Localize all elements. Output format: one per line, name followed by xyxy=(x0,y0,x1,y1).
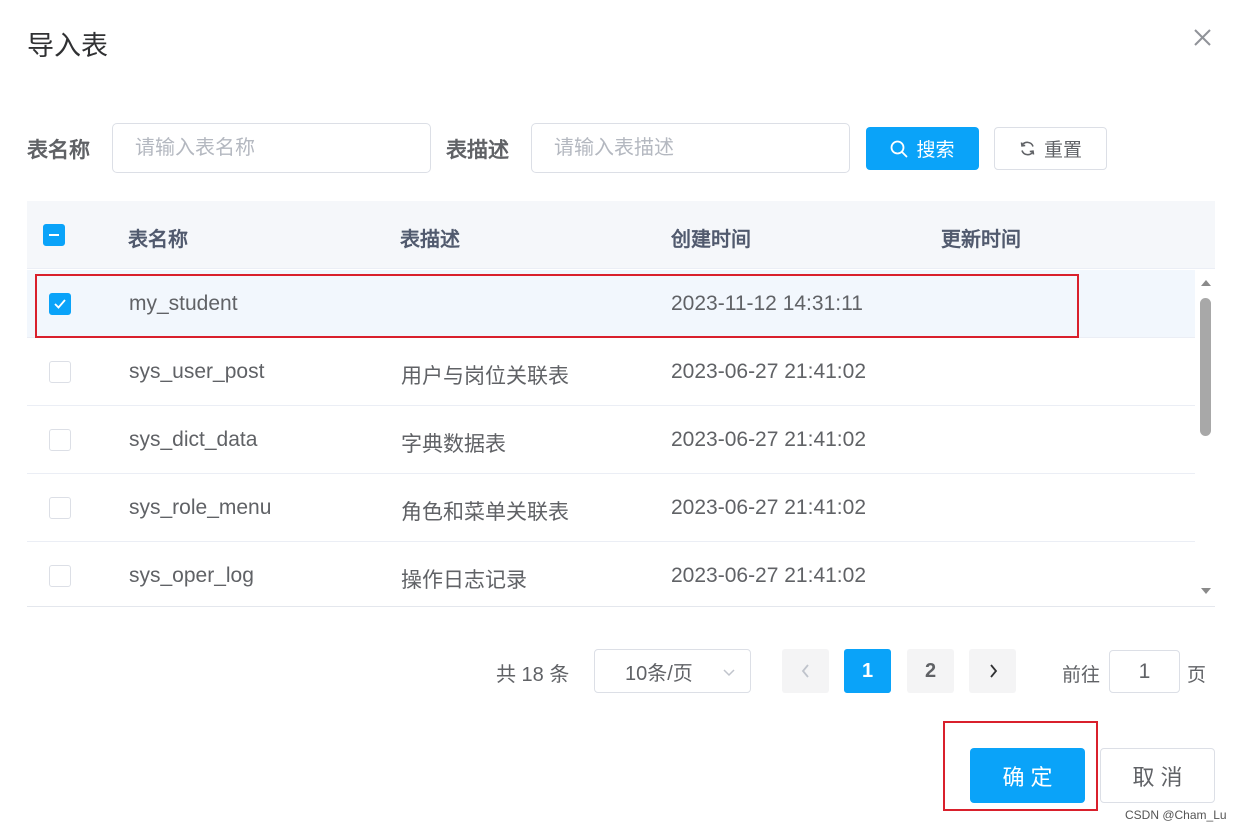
row-checkbox[interactable] xyxy=(49,293,71,315)
row-checkbox[interactable] xyxy=(49,497,71,519)
table-desc-label: 表描述 xyxy=(446,139,509,162)
cancel-button-label: 取消 xyxy=(1132,764,1189,790)
scrollbar-thumb[interactable] xyxy=(1200,298,1211,436)
select-all-checkbox[interactable] xyxy=(43,224,65,246)
search-button[interactable]: 搜索 xyxy=(866,127,979,170)
cell-table-desc: 用户与岗位关联表 xyxy=(401,365,569,388)
cell-table-desc: 字典数据表 xyxy=(401,433,506,456)
page-button-1[interactable]: 1 xyxy=(844,649,891,693)
search-button-label: 搜索 xyxy=(916,140,955,161)
watermark: CSDN @Cham_Lu xyxy=(1125,808,1227,822)
scroll-down-arrow-icon[interactable] xyxy=(1201,588,1211,594)
cell-create-time: 2023-06-27 21:41:02 xyxy=(671,428,866,451)
header-create-time: 创建时间 xyxy=(671,229,751,251)
page-button-2[interactable]: 2 xyxy=(907,649,954,693)
cell-table-name: sys_dict_data xyxy=(129,428,258,451)
page-size-select[interactable]: 10条/页 xyxy=(594,649,751,693)
cell-create-time: 2023-06-27 21:41:02 xyxy=(671,564,866,587)
next-page-button[interactable] xyxy=(969,649,1016,693)
chevron-right-icon xyxy=(989,664,997,678)
cell-table-name: my_student xyxy=(129,292,238,315)
header-table-name: 表名称 xyxy=(128,229,188,251)
header-update-time: 更新时间 xyxy=(941,229,1021,251)
cell-create-time: 2023-11-12 14:31:11 xyxy=(671,292,863,315)
cancel-button[interactable]: 取消 xyxy=(1100,748,1215,803)
goto-page-input[interactable] xyxy=(1109,650,1180,693)
check-icon xyxy=(54,299,66,309)
scroll-up-arrow-icon[interactable] xyxy=(1201,280,1211,286)
table-name-input[interactable] xyxy=(112,123,431,173)
row-checkbox[interactable] xyxy=(49,361,71,383)
table-row[interactable]: sys_oper_log 操作日志记录 2023-06-27 21:41:02 xyxy=(27,542,1197,606)
cell-table-name: sys_oper_log xyxy=(129,564,254,587)
reset-button[interactable]: 重置 xyxy=(994,127,1107,170)
dialog-title: 导入表 xyxy=(27,31,108,61)
table-desc-input[interactable] xyxy=(531,123,850,173)
close-icon[interactable] xyxy=(1186,22,1218,54)
confirm-button-label: 确定 xyxy=(1002,764,1059,790)
refresh-icon xyxy=(1020,141,1035,156)
page-size-value: 10条/页 xyxy=(625,662,693,685)
cell-table-desc: 角色和菜单关联表 xyxy=(401,501,569,524)
cell-create-time: 2023-06-27 21:41:02 xyxy=(671,360,866,383)
prev-page-button[interactable] xyxy=(782,649,829,693)
table: 表名称 表描述 创建时间 更新时间 my_student 2023-11-12 … xyxy=(27,201,1215,607)
reset-button-label: 重置 xyxy=(1043,140,1082,161)
table-row[interactable]: my_student 2023-11-12 14:31:11 xyxy=(27,270,1197,338)
table-name-label: 表名称 xyxy=(27,139,90,162)
cell-table-name: sys_user_post xyxy=(129,360,265,383)
goto-label: 前往 xyxy=(1062,665,1101,686)
goto-unit: 页 xyxy=(1187,665,1207,686)
chevron-down-icon xyxy=(723,669,735,677)
confirm-button[interactable]: 确定 xyxy=(970,748,1085,803)
cell-create-time: 2023-06-27 21:41:02 xyxy=(671,496,866,519)
close-button[interactable] xyxy=(1186,22,1218,54)
chevron-left-icon xyxy=(801,664,809,678)
search-icon xyxy=(891,140,908,157)
table-row[interactable]: sys_role_menu 角色和菜单关联表 2023-06-27 21:41:… xyxy=(27,474,1197,542)
table-header: 表名称 表描述 创建时间 更新时间 xyxy=(27,201,1215,269)
pagination-total: 共 18 条 xyxy=(496,664,570,686)
cell-table-desc: 操作日志记录 xyxy=(401,569,527,592)
row-checkbox[interactable] xyxy=(49,565,71,587)
header-table-desc: 表描述 xyxy=(400,229,460,251)
cell-table-name: sys_role_menu xyxy=(129,496,272,519)
table-row[interactable]: sys_user_post 用户与岗位关联表 2023-06-27 21:41:… xyxy=(27,338,1197,406)
row-checkbox[interactable] xyxy=(49,429,71,451)
table-row[interactable]: sys_dict_data 字典数据表 2023-06-27 21:41:02 xyxy=(27,406,1197,474)
